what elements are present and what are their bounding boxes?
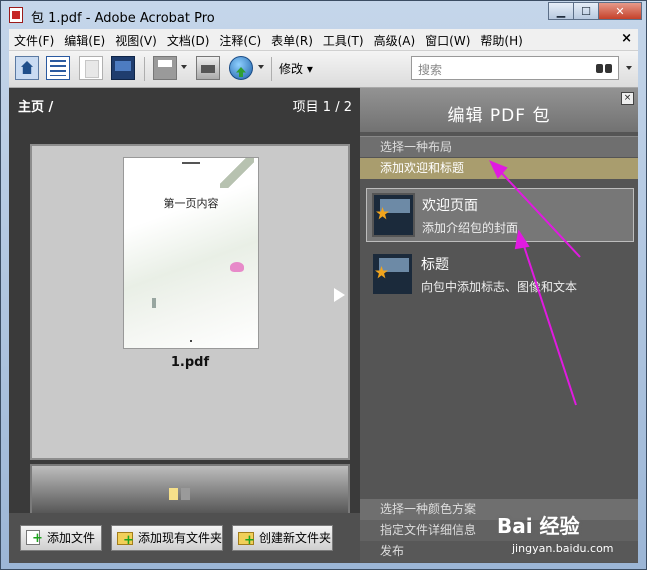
- menu-view[interactable]: 视图(V): [110, 29, 162, 49]
- next-item-arrow-icon[interactable]: [334, 288, 345, 302]
- document-thumbnail[interactable]: 第一页内容: [124, 158, 258, 348]
- search-input[interactable]: 搜索: [411, 56, 619, 80]
- edit-portfolio-panel: 编辑 PDF 包 × 选择一种布局 添加欢迎和标题 欢迎页面 添加介绍包的封面 …: [360, 88, 638, 563]
- acrobat-app-icon: [9, 7, 23, 23]
- header-option[interactable]: 标题 向包中添加标志、图像和文本: [366, 248, 634, 302]
- modify-menu[interactable]: 修改 ▾: [279, 60, 313, 77]
- home-icon[interactable]: [15, 56, 39, 80]
- welcome-page-option[interactable]: 欢迎页面 添加介绍包的封面: [366, 188, 634, 242]
- add-file-icon: [26, 530, 43, 545]
- panel-title: 编辑 PDF 包: [447, 106, 551, 126]
- document-name: 1.pdf: [170, 355, 210, 370]
- create-folder-button[interactable]: 创建新文件夹: [232, 525, 333, 551]
- portfolio-preview-pane: 主页 / 项目 1 / 2 第一页内容 1.pdf + 添加文件 + 添加现有文…: [9, 88, 360, 563]
- search-dropdown-icon[interactable]: [626, 66, 632, 70]
- branch-graphic: [220, 158, 254, 188]
- menu-advanced[interactable]: 高级(A): [369, 29, 421, 49]
- menu-comments[interactable]: 注释(C): [214, 29, 266, 49]
- menu-document[interactable]: 文档(D): [162, 29, 215, 49]
- slide-view-icon[interactable]: [111, 56, 135, 80]
- file-icon: [181, 488, 190, 500]
- step-layout[interactable]: 选择一种布局: [360, 136, 638, 157]
- window-title: 包 1.pdf - Adobe Acrobat Pro: [31, 11, 215, 26]
- add-existing-folder-button[interactable]: 添加现有文件夹: [111, 525, 223, 551]
- add-file-button[interactable]: 添加文件: [20, 525, 102, 551]
- new-folder-icon: [238, 532, 255, 547]
- option-description: 向包中添加标志、图像和文本: [421, 280, 578, 294]
- save-dropdown-icon[interactable]: [181, 65, 187, 69]
- menu-file[interactable]: 文件(F): [9, 29, 59, 49]
- tower-graphic: [152, 298, 156, 308]
- add-folder-icon: [117, 532, 134, 547]
- panel-close-button[interactable]: ×: [621, 92, 634, 105]
- watermark-url: jingyan.baidu.com: [512, 542, 614, 555]
- menu-close-button[interactable]: ×: [621, 31, 632, 46]
- option-title: 标题: [421, 257, 449, 273]
- file-actions-bar: 添加文件 添加现有文件夹 创建新文件夹: [9, 513, 360, 563]
- welcome-page-icon: [372, 193, 415, 237]
- save-icon[interactable]: [153, 56, 177, 80]
- share-globe-icon[interactable]: [229, 56, 253, 80]
- maximize-button[interactable]: ☐: [573, 2, 599, 20]
- lotus-graphic: [230, 262, 244, 272]
- header-mark: [182, 162, 200, 164]
- header-icon: [371, 252, 414, 296]
- menu-tools[interactable]: 工具(T): [318, 29, 369, 49]
- share-dropdown-icon[interactable]: [258, 65, 264, 69]
- menu-help[interactable]: 帮助(H): [475, 29, 527, 49]
- details-view-icon[interactable]: [46, 56, 70, 80]
- next-file-card[interactable]: [30, 464, 350, 519]
- page-view-icon[interactable]: [79, 56, 103, 80]
- option-description: 添加介绍包的封面: [422, 221, 519, 235]
- title-bar: 包 1.pdf - Adobe Acrobat Pro ▁ ☐ ✕: [1, 1, 646, 28]
- document-page-text: 第一页内容: [163, 197, 219, 210]
- item-counter: 项目 1 / 2: [292, 100, 352, 115]
- toolbar: 修改 ▾ 搜索: [9, 51, 638, 88]
- option-title: 欢迎页面: [422, 198, 478, 214]
- toolbar-separator: [271, 57, 272, 81]
- file-card[interactable]: 第一页内容 1.pdf: [30, 144, 350, 460]
- portfolio-area: 主页 / 项目 1 / 2 第一页内容 1.pdf + 添加文件 + 添加现有文…: [9, 88, 638, 563]
- step-welcome-header[interactable]: 添加欢迎和标题: [360, 158, 638, 179]
- breadcrumb[interactable]: 主页 /: [18, 96, 53, 115]
- menu-window[interactable]: 窗口(W): [420, 29, 475, 49]
- file-icon: [169, 488, 178, 500]
- close-button[interactable]: ✕: [598, 2, 642, 20]
- menu-forms[interactable]: 表单(R): [266, 29, 318, 49]
- page-footer-mark: [190, 340, 192, 342]
- minimize-button[interactable]: ▁: [548, 2, 574, 20]
- app-window: 包 1.pdf - Adobe Acrobat Pro ▁ ☐ ✕ 文件(F) 编…: [0, 0, 647, 570]
- print-icon[interactable]: [196, 56, 220, 80]
- watermark-logo: Bai 经验: [497, 514, 580, 538]
- binoculars-icon[interactable]: [596, 62, 612, 74]
- menu-bar: 文件(F) 编辑(E) 视图(V) 文档(D) 注释(C) 表单(R) 工具(T) 高级(A)…: [9, 29, 638, 51]
- menu-edit[interactable]: 编辑(E): [59, 29, 110, 49]
- panel-header: 编辑 PDF 包 ×: [360, 88, 638, 132]
- search-placeholder: 搜索: [418, 63, 443, 77]
- toolbar-separator: [144, 57, 145, 81]
